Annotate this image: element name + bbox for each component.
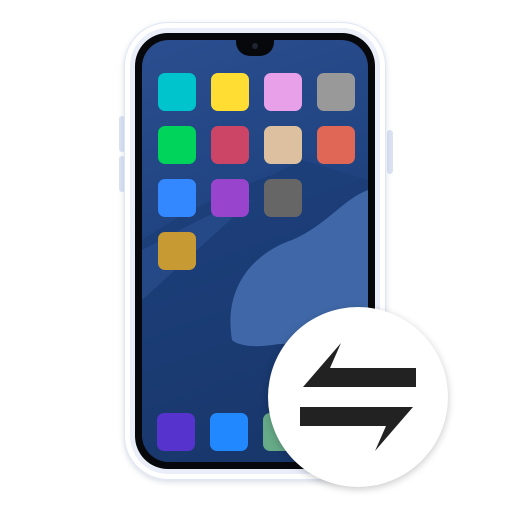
- front-camera-icon: [252, 43, 258, 49]
- app-11-icon[interactable]: [264, 179, 302, 217]
- app-1-icon[interactable]: [158, 73, 196, 111]
- dock-app-1-icon[interactable]: [157, 413, 195, 451]
- app-10-icon[interactable]: [211, 179, 249, 217]
- app-4-icon[interactable]: [317, 73, 355, 111]
- app-2-icon[interactable]: [211, 73, 249, 111]
- app-3-icon[interactable]: [264, 73, 302, 111]
- app-7-icon[interactable]: [264, 126, 302, 164]
- power-button: [387, 130, 393, 174]
- transfer-illustration: [0, 0, 512, 512]
- transfer-badge[interactable]: [268, 307, 448, 487]
- dock-app-2-icon[interactable]: [210, 413, 248, 451]
- app-6-icon[interactable]: [211, 126, 249, 164]
- transfer-arrows-icon: [300, 343, 416, 451]
- arrow-left-icon: [303, 343, 416, 387]
- app-12-icon[interactable]: [158, 232, 196, 270]
- app-5-icon[interactable]: [158, 126, 196, 164]
- app-8-icon[interactable]: [317, 126, 355, 164]
- app-9-icon[interactable]: [158, 179, 196, 217]
- arrow-right-icon: [300, 407, 413, 451]
